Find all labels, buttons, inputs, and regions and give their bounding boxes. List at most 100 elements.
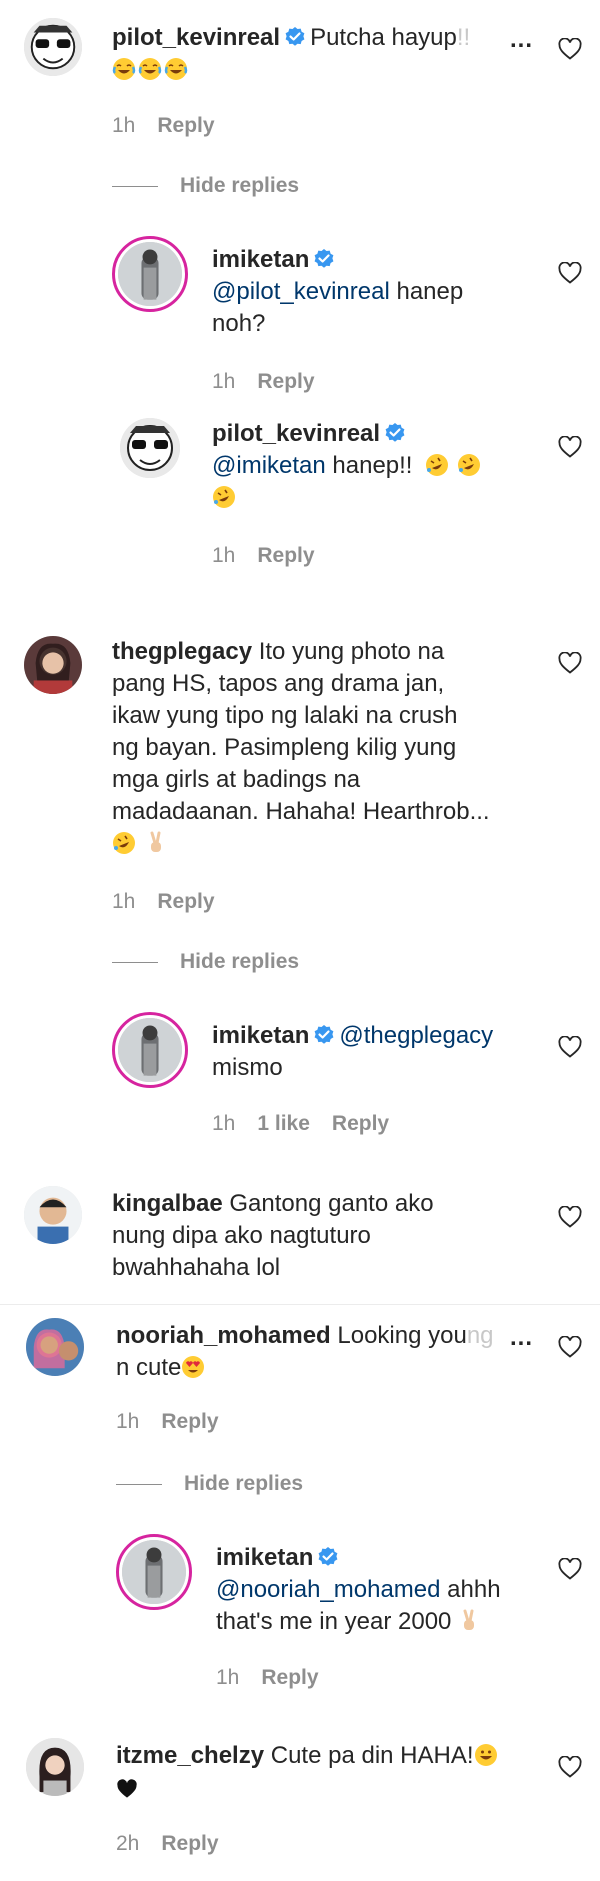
reply-body: hanep!! [325,452,413,479]
heart-outline-icon[interactable] [558,38,582,60]
likes-count[interactable]: 1 like [257,1112,310,1135]
hide-replies-label: Hide replies [184,1472,304,1495]
comment-text: itzme_chelzy Cute pa din HAHA! [116,1740,546,1804]
reply-body: mismo [212,1054,283,1081]
divider-line [112,185,158,187]
verified-badge-icon [317,1546,339,1568]
comment-text: nooriah_mohamed Looking young n cute [116,1320,516,1384]
username[interactable]: imiketan [216,1544,313,1571]
avatar-pilot-kevinreal[interactable] [120,418,180,478]
rofl-emoji [425,453,449,477]
rofl-emoji [212,485,236,509]
comment-meta: 1h Reply [116,1408,241,1436]
comment-body: Looking you [330,1322,467,1349]
divider-line [112,961,158,963]
reply-text: pilot_kevinreal @imiketan hanep!! [212,418,542,514]
username[interactable]: imiketan [212,246,309,273]
mention-link[interactable]: @imiketan [212,452,326,479]
avatar-image [24,18,82,76]
avatar-pilot-kevinreal[interactable] [24,18,82,76]
avatar-image [26,1318,84,1376]
timestamp: 1h [112,114,136,137]
username[interactable]: thegplegacy [112,638,252,665]
timestamp: 1h [212,544,236,567]
divider-line [116,1483,162,1485]
reply-meta: 1h 1 like Reply [212,1110,411,1138]
reply-button[interactable]: Reply [161,1832,218,1855]
mention-link[interactable]: @pilot_kevinreal [212,278,390,305]
comment-text: pilot_kevinreal Putcha hayup!! [112,22,512,86]
reply-button[interactable]: Reply [161,1410,218,1433]
more-options-icon[interactable]: ... [510,26,533,54]
heart-outline-icon[interactable] [558,1206,582,1228]
hide-replies-button[interactable]: Hide replies [116,1472,303,1496]
comment-body-line2: n cute [116,1354,182,1381]
reply-meta: 1h Reply [212,542,337,570]
reply-button[interactable]: Reply [257,544,314,567]
reply-button[interactable]: Reply [261,1666,318,1689]
laughing-tears-emoji [112,57,136,81]
hide-replies-button[interactable]: Hide replies [112,950,299,974]
timestamp: 1h [216,1666,240,1689]
comment-line: Ito yung photo na [252,638,445,665]
more-options-icon[interactable]: ... [510,1324,533,1352]
avatar-image [122,1540,186,1604]
comment-text: thegplegacy Ito yung photo na pang HS, t… [112,636,542,860]
comment-line: mga girls at badings na [112,766,361,793]
avatar-nooriah-mohamed[interactable] [26,1318,84,1376]
black-heart-emoji [116,1779,138,1799]
avatar-image [24,1186,82,1244]
mention-link[interactable]: @thegplegacy [339,1022,493,1049]
reply-button[interactable]: Reply [332,1112,389,1135]
heart-eyes-emoji [181,1355,205,1379]
avatar-imiketan[interactable] [116,1534,192,1610]
grinning-emoji [474,1743,498,1767]
avatar-itzme-chelzy[interactable] [26,1738,84,1796]
comment-line: ikaw yung tipo ng lalaki na crush [112,702,458,729]
avatar-image [118,242,182,306]
verified-badge-icon [284,26,306,48]
comment-body-faded: !! [456,24,471,51]
username[interactable]: pilot_kevinreal [112,24,280,51]
reply-body: ahhh [440,1576,501,1603]
comment-line: ng bayan. Pasimpleng kilig yung [112,734,457,761]
heart-outline-icon[interactable] [558,1558,582,1580]
timestamp: 1h [212,370,236,393]
reply-button[interactable]: Reply [157,890,214,913]
hide-replies-label: Hide replies [180,950,300,973]
avatar-image [120,418,180,478]
reply-button[interactable]: Reply [157,114,214,137]
comment-line: pang HS, tapos ang drama jan, [112,670,445,697]
comment-body-faded: ng [466,1322,494,1349]
heart-outline-icon[interactable] [558,1036,582,1058]
comment-meta: 1h Reply [112,888,237,916]
reply-meta: 1h Reply [216,1664,341,1692]
username[interactable]: itzme_chelzy [116,1742,264,1769]
heart-outline-icon[interactable] [558,1336,582,1358]
avatar-imiketan[interactable] [112,1012,188,1088]
reply-text: imiketan @nooriah_mohamed ahhh that's me… [216,1542,546,1638]
timestamp: 1h [116,1410,140,1433]
username[interactable]: kingalbae [112,1190,223,1217]
verified-badge-icon [313,248,335,270]
timestamp: 2h [116,1832,140,1855]
heart-outline-icon[interactable] [558,1756,582,1778]
heart-outline-icon[interactable] [558,652,582,674]
avatar-image [24,636,82,694]
reply-button[interactable]: Reply [257,370,314,393]
heart-outline-icon[interactable] [558,436,582,458]
laughing-tears-emoji [138,57,162,81]
username[interactable]: pilot_kevinreal [212,420,380,447]
heart-outline-icon[interactable] [558,262,582,284]
mention-link[interactable]: @nooriah_mohamed [216,1576,441,1603]
reply-body-line2: that's me in year 2000 [216,1608,452,1635]
reply-body-line2: noh? [212,310,266,337]
username[interactable]: nooriah_mohamed [116,1322,331,1349]
avatar-imiketan[interactable] [112,236,188,312]
avatar-kingalbae[interactable] [24,1186,82,1244]
hide-replies-button[interactable]: Hide replies [112,174,299,198]
username[interactable]: imiketan [212,1022,309,1049]
comment-line: madadaanan. Hahaha! Hearthrob... [112,798,490,825]
comment-body: Cute pa din HAHA! [264,1742,474,1769]
avatar-thegplegacy[interactable] [24,636,82,694]
